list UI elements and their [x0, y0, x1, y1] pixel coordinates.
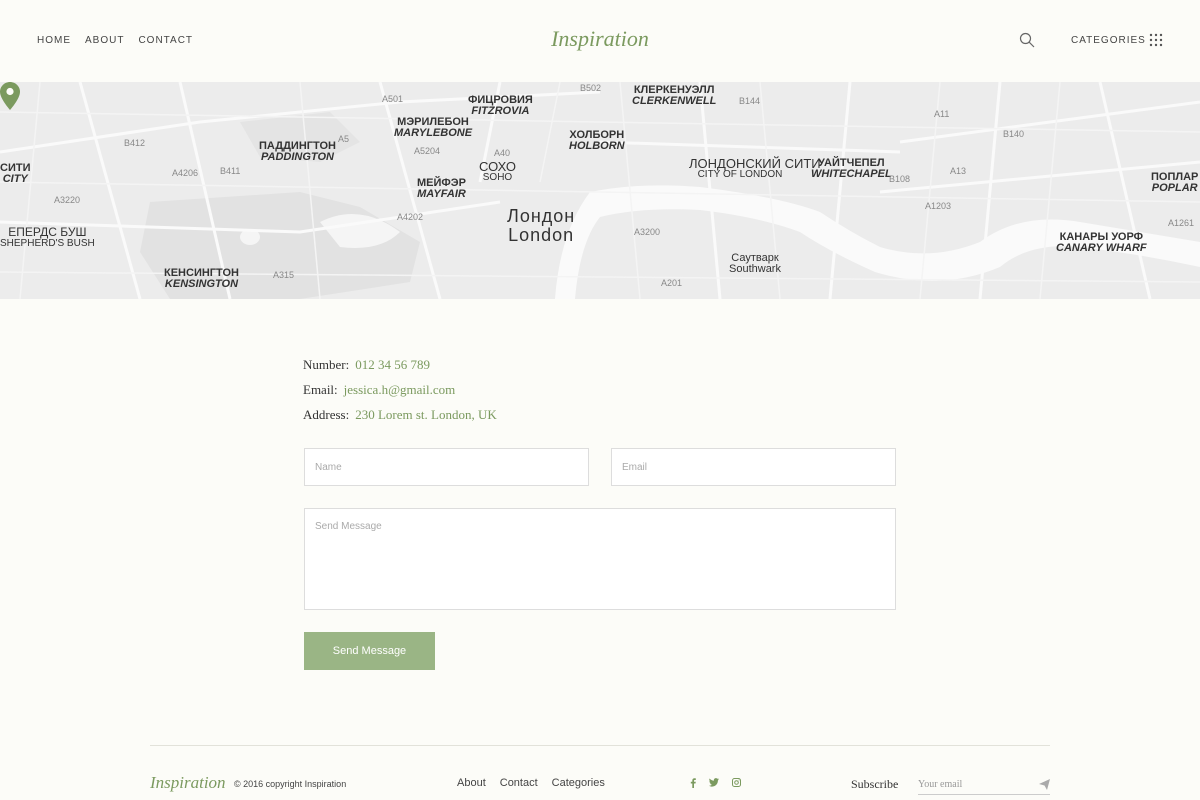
footer-link-contact[interactable]: Contact: [500, 777, 538, 789]
footer-copyright: © 2016 copyright Inspiration: [234, 779, 347, 789]
paper-plane-icon[interactable]: [1039, 779, 1050, 790]
footer-logo[interactable]: Inspiration: [150, 773, 226, 793]
road-label: A4206: [172, 168, 199, 178]
road-label: A13: [950, 166, 967, 176]
map-label-city-of-london: ЛОНДОНСКИЙ СИТИ CITY OF LONDON: [689, 156, 821, 180]
road-label: A501: [382, 94, 404, 104]
map-label-shepherds-bush: ЕПЕРДС БУШ SHEPHERD'S BUSH: [0, 225, 95, 249]
map-label-mayfair: МЕЙФЭР MAYFAIR: [417, 177, 466, 200]
street-address: 230 Lorem st. London, UK: [355, 407, 497, 422]
road-label: B108: [889, 174, 911, 184]
contact-number-row: Number: 012 34 56 789: [303, 352, 497, 377]
subscribe-email-input[interactable]: [918, 775, 1050, 795]
map-label-paddington: ПАДДИНГТОН PADDINGTON: [259, 140, 336, 163]
road-label: A4202: [397, 212, 424, 222]
road-label: B411: [220, 166, 241, 176]
address-label: Address:: [303, 407, 350, 422]
message-textarea[interactable]: [304, 508, 896, 610]
footer-nav: About Contact Categories: [457, 777, 605, 789]
map-label-poplar: ПОПЛАР POPLAR: [1151, 171, 1199, 194]
footer-link-categories[interactable]: Categories: [552, 777, 605, 789]
map-label-kensington: КЕНСИНГТОН KENSINGTON: [164, 267, 239, 290]
footer-link-about[interactable]: About: [457, 777, 486, 789]
location-map[interactable]: ФИЦРОВИЯ FITZROVIA КЛЕРКЕНУЭЛЛ CLERKENWELL…: [0, 82, 1200, 299]
road-label: B140: [1003, 129, 1025, 139]
road-label: A3200: [634, 227, 661, 237]
name-input[interactable]: [304, 448, 589, 486]
road-label: A3220: [54, 195, 81, 205]
map-label-city-west: СИТИ CITY: [0, 162, 31, 185]
twitter-icon[interactable]: [709, 778, 719, 787]
search-icon[interactable]: [1019, 32, 1035, 48]
map-label-marylebone: МЭРИЛЕБОН MARYLEBONE: [394, 116, 473, 139]
contact-info: Number: 012 34 56 789 Email: jessica.h@g…: [303, 352, 497, 427]
map-label-soho: СОХО SOHO: [479, 159, 516, 183]
road-label: A11: [934, 109, 950, 119]
road-label: A315: [273, 270, 295, 280]
map-label-whitechapel: УАЙТЧЕПЕЛ WHITECHAPEL: [811, 157, 892, 180]
road-label: A1203: [925, 201, 952, 211]
social-links: [690, 778, 741, 788]
map-label-london: Лондон London: [507, 206, 576, 245]
contact-address-row: Address: 230 Lorem st. London, UK: [303, 402, 497, 427]
road-label: A5204: [414, 146, 441, 156]
grid-menu-icon[interactable]: [1149, 33, 1163, 47]
road-label: A1261: [1168, 218, 1195, 228]
map-label-holborn: ХОЛБОРН HOLBORN: [569, 129, 625, 152]
road-label: B144: [739, 96, 761, 106]
phone-number[interactable]: 012 34 56 789: [355, 352, 430, 377]
email-label: Email:: [303, 382, 338, 397]
road-label: A201: [661, 278, 683, 288]
send-message-button[interactable]: Send Message: [304, 632, 435, 670]
email-address[interactable]: jessica.h@gmail.com: [344, 377, 456, 402]
map-label-canary-wharf: КАНАРЫ УОРФ CANARY WHARF: [1056, 231, 1147, 254]
instagram-icon[interactable]: [732, 778, 741, 787]
email-input[interactable]: [611, 448, 896, 486]
map-label-southwark: Саутварк Southwark: [729, 252, 781, 275]
road-label: A5: [338, 134, 350, 144]
facebook-icon[interactable]: [690, 778, 696, 788]
footer-divider: [150, 745, 1050, 746]
road-label: B502: [580, 83, 602, 93]
number-label: Number:: [303, 357, 350, 372]
map-label-clerkenwell: КЛЕРКЕНУЭЛЛ CLERKENWELL: [632, 84, 717, 107]
road-label: B412: [124, 138, 146, 148]
map-label-fitzrovia: ФИЦРОВИЯ FITZROVIA: [468, 94, 533, 117]
categories-label[interactable]: CATEGORIES: [1071, 35, 1146, 46]
map-pin-icon[interactable]: [0, 82, 20, 110]
road-label: A40: [494, 148, 511, 158]
contact-email-row: Email: jessica.h@gmail.com: [303, 377, 497, 402]
subscribe-label: Subscribe: [851, 777, 899, 791]
site-header: HOME ABOUT CONTACT Inspiration CATEGORIE…: [0, 0, 1200, 82]
